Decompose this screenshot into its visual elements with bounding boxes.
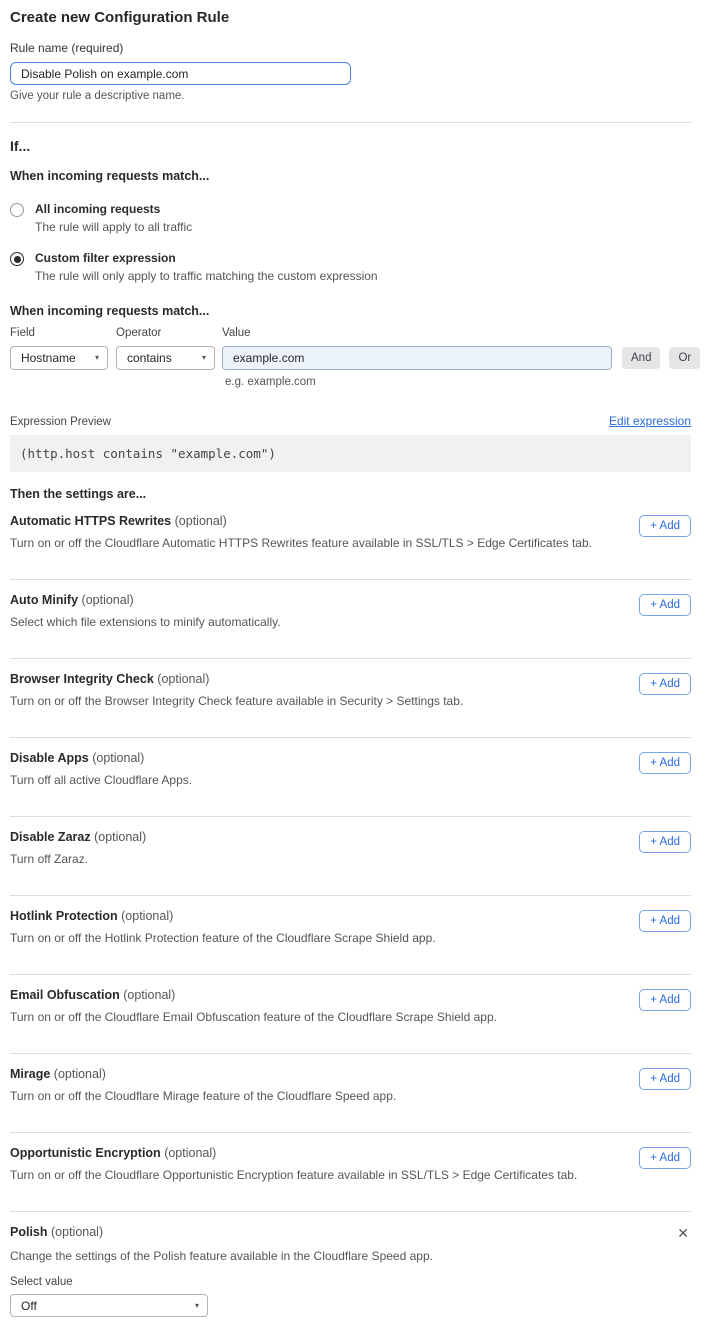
operator-select[interactable]: contains ▾	[116, 346, 215, 370]
value-label: Value	[222, 327, 612, 339]
polish-value-select[interactable]: Off ▾	[10, 1294, 208, 1317]
expression-preview-code: (http.host contains "example.com")	[10, 435, 691, 472]
rule-name-label: Rule name (required)	[10, 41, 691, 55]
operator-select-value: contains	[127, 351, 172, 365]
rule-name-helper: Give your rule a descriptive name.	[10, 90, 691, 102]
radio-button-icon[interactable]	[10, 252, 24, 266]
optional-tag: (optional)	[123, 988, 175, 1002]
setting-opportunistic-encryption: Opportunistic Encryption (optional) Turn…	[10, 1133, 691, 1212]
page-title: Create new Configuration Rule	[10, 0, 691, 26]
add-mirage-button[interactable]: + Add	[639, 1068, 691, 1090]
setting-description: Select which file extensions to minify a…	[10, 615, 281, 629]
setting-disable-apps: Disable Apps (optional) Turn off all act…	[10, 738, 691, 817]
polish-select-value: Off	[21, 1299, 37, 1313]
radio-label: All incoming requests	[35, 202, 192, 216]
chevron-down-icon: ▾	[95, 354, 99, 362]
setting-name: Hotlink Protection	[10, 909, 118, 923]
setting-browser-integrity-check: Browser Integrity Check (optional) Turn …	[10, 659, 691, 738]
field-label: Field	[10, 327, 116, 339]
optional-tag: (optional)	[54, 1067, 106, 1081]
radio-description: The rule will only apply to traffic matc…	[35, 269, 378, 283]
add-hotlink-protection-button[interactable]: + Add	[639, 910, 691, 932]
add-disable-zaraz-button[interactable]: + Add	[639, 831, 691, 853]
request-match-radio-group: All incoming requests The rule will appl…	[10, 202, 691, 283]
optional-tag: (optional)	[157, 672, 209, 686]
value-input[interactable]	[222, 346, 612, 370]
setting-description: Turn on or off the Cloudflare Email Obfu…	[10, 1010, 497, 1024]
expression-builder: When incoming requests match... Field Ho…	[10, 304, 691, 388]
add-auto-minify-button[interactable]: + Add	[639, 594, 691, 616]
field-select-value: Hostname	[21, 351, 76, 365]
then-heading: Then the settings are...	[10, 487, 691, 501]
setting-description: Change the settings of the Polish featur…	[10, 1249, 691, 1263]
optional-tag: (optional)	[82, 593, 134, 607]
match-heading: When incoming requests match...	[10, 169, 691, 183]
field-select[interactable]: Hostname ▾	[10, 346, 108, 370]
radio-button-icon[interactable]	[10, 203, 24, 217]
radio-custom-filter-expression[interactable]: Custom filter expression The rule will o…	[10, 251, 691, 283]
radio-description: The rule will apply to all traffic	[35, 220, 192, 234]
close-icon[interactable]: ✕	[675, 1225, 691, 1241]
setting-auto-minify: Auto Minify (optional) Select which file…	[10, 580, 691, 659]
or-button[interactable]: Or	[669, 347, 700, 369]
setting-name: Automatic HTTPS Rewrites	[10, 514, 171, 528]
section-divider	[10, 122, 691, 123]
edit-expression-link[interactable]: Edit expression	[609, 414, 691, 428]
expression-preview-header: Expression Preview Edit expression	[10, 414, 691, 428]
builder-heading: When incoming requests match...	[10, 304, 691, 318]
create-configuration-rule-page: Create new Configuration Rule Rule name …	[0, 0, 705, 1337]
add-disable-apps-button[interactable]: + Add	[639, 752, 691, 774]
setting-name: Opportunistic Encryption	[10, 1146, 161, 1160]
optional-tag: (optional)	[175, 514, 227, 528]
setting-disable-zaraz: Disable Zaraz (optional) Turn off Zaraz.…	[10, 817, 691, 896]
setting-description: Turn on or off the Cloudflare Opportunis…	[10, 1168, 577, 1182]
operator-label: Operator	[116, 327, 222, 339]
setting-name: Disable Zaraz	[10, 830, 91, 844]
setting-description: Turn off all active Cloudflare Apps.	[10, 773, 192, 787]
setting-name: Browser Integrity Check	[10, 672, 154, 686]
optional-tag: (optional)	[121, 909, 173, 923]
setting-polish-expanded: Polish (optional) ✕ Change the settings …	[10, 1212, 691, 1317]
setting-name: Disable Apps	[10, 751, 89, 765]
chevron-down-icon: ▾	[202, 354, 206, 362]
setting-description: Turn on or off the Hotlink Protection fe…	[10, 931, 436, 945]
optional-tag: (optional)	[164, 1146, 216, 1160]
add-email-obfuscation-button[interactable]: + Add	[639, 989, 691, 1011]
radio-label: Custom filter expression	[35, 251, 378, 265]
setting-name: Email Obfuscation	[10, 988, 120, 1002]
setting-automatic-https-rewrites: Automatic HTTPS Rewrites (optional) Turn…	[10, 501, 691, 580]
setting-name: Auto Minify	[10, 593, 78, 607]
add-automatic-https-rewrites-button[interactable]: + Add	[639, 515, 691, 537]
rule-name-input[interactable]	[10, 62, 351, 85]
setting-description: Turn on or off the Browser Integrity Che…	[10, 694, 463, 708]
value-helper: e.g. example.com	[225, 376, 691, 388]
if-heading: If...	[10, 138, 691, 154]
setting-name: Mirage	[10, 1067, 50, 1081]
setting-hotlink-protection: Hotlink Protection (optional) Turn on or…	[10, 896, 691, 975]
chevron-down-icon: ▾	[195, 1302, 199, 1310]
optional-tag: (optional)	[51, 1225, 103, 1239]
setting-description: Turn on or off the Cloudflare Automatic …	[10, 536, 592, 550]
expression-preview-label: Expression Preview	[10, 416, 111, 428]
setting-name: Polish	[10, 1225, 48, 1239]
add-opportunistic-encryption-button[interactable]: + Add	[639, 1147, 691, 1169]
setting-description: Turn off Zaraz.	[10, 852, 146, 866]
select-value-label: Select value	[10, 1276, 691, 1288]
optional-tag: (optional)	[94, 830, 146, 844]
setting-email-obfuscation: Email Obfuscation (optional) Turn on or …	[10, 975, 691, 1054]
add-browser-integrity-check-button[interactable]: + Add	[639, 673, 691, 695]
radio-all-incoming-requests[interactable]: All incoming requests The rule will appl…	[10, 202, 691, 234]
setting-mirage: Mirage (optional) Turn on or off the Clo…	[10, 1054, 691, 1133]
setting-description: Turn on or off the Cloudflare Mirage fea…	[10, 1089, 396, 1103]
optional-tag: (optional)	[92, 751, 144, 765]
and-button[interactable]: And	[622, 347, 660, 369]
